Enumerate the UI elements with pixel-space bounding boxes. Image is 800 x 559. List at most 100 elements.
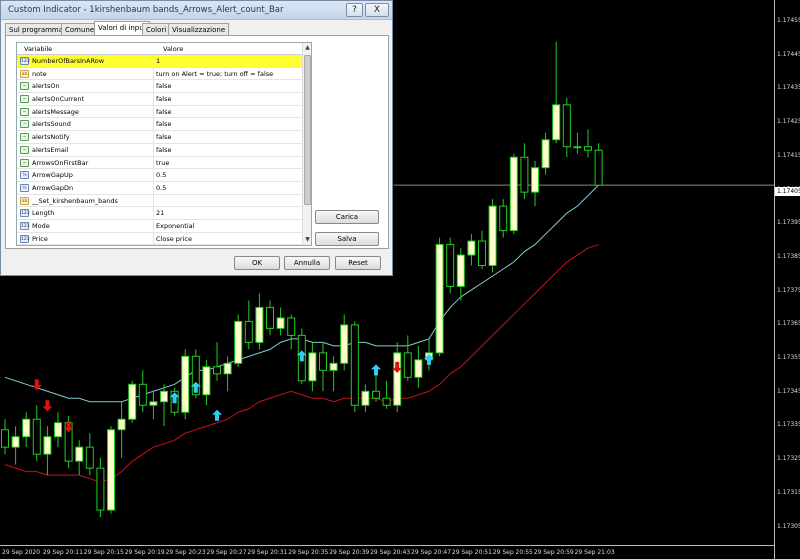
candle-body: [213, 366, 221, 375]
column-separator: [153, 181, 154, 194]
candle-body: [181, 355, 190, 413]
parameters-grid[interactable]: Variabile Valore 123 NumberOfBarsInARow 1 a…: [16, 42, 312, 246]
time-tick-label: 29 Sep 20:59: [533, 549, 574, 556]
inputs-panel: Variabile Valore 123 NumberOfBarsInARow 1 a…: [5, 35, 389, 249]
param-row[interactable]: ab __Set_kirshenbaum_bands: [17, 194, 311, 208]
time-tick-label: 29 Sep 21:03: [574, 549, 615, 556]
candle-body: [266, 306, 274, 329]
param-row[interactable]: ~ alertsOnCurrent false: [17, 93, 311, 106]
param-name: NumberOfBarsInARow: [32, 57, 105, 65]
candle-body: [107, 429, 115, 511]
param-value[interactable]: turn on Alert = true; turn off = false: [156, 68, 273, 80]
param-name: note: [32, 69, 47, 78]
param-row[interactable]: ~ alertsSound false: [17, 118, 311, 132]
param-row[interactable]: ~ alertsNotify false: [17, 131, 311, 144]
bool-type-icon: ~: [20, 82, 29, 91]
cancel-button[interactable]: Annulla: [284, 256, 330, 270]
candle-body: [308, 352, 317, 382]
param-value[interactable]: false: [156, 118, 171, 130]
column-separator: [153, 169, 154, 182]
candle-body: [22, 418, 31, 438]
param-row[interactable]: ~ alertsMessage false: [17, 105, 311, 119]
param-value[interactable]: false: [156, 80, 171, 92]
candle-body: [414, 359, 423, 378]
candle-body: [499, 205, 508, 232]
column-separator: [153, 105, 154, 118]
candle-body: [149, 401, 158, 406]
scroll-down-arrow-icon[interactable]: ▼: [303, 235, 311, 245]
time-axis: 29 Sep 2020 29 Sep 20:11 29 Sep 20:15 29 Se…: [0, 545, 774, 559]
save-button[interactable]: Salva: [315, 232, 379, 246]
scroll-thumb[interactable]: [304, 55, 311, 205]
time-tick-label: 29 Sep 20:43: [370, 549, 411, 556]
candle-body: [276, 317, 285, 329]
dialog-titlebar[interactable]: Custom Indicator - 1kirshenbaum bands_Ar…: [1, 1, 392, 20]
param-row[interactable]: ½ ArrowGapDn 0.5: [17, 181, 311, 195]
param-row[interactable]: ~ ArrowsOnFirstBar true: [17, 156, 311, 170]
param-name: alertsOn: [32, 82, 60, 91]
param-row[interactable]: 123 Length 21: [17, 207, 311, 220]
price-tick-label: 1.17435: [777, 84, 800, 92]
param-value[interactable]: 0.5: [156, 182, 166, 194]
ok-button[interactable]: OK: [234, 256, 280, 270]
grid-scrollbar[interactable]: ▲ ▼: [302, 43, 311, 245]
param-row[interactable]: ab note turn on Alert = true; turn off = f…: [17, 67, 311, 81]
param-row[interactable]: ~ alertsOn false: [17, 80, 311, 94]
candle-body: [446, 244, 455, 287]
int-type-icon: 123: [20, 57, 30, 65]
column-header-variable[interactable]: Variabile: [24, 45, 52, 53]
candle-body: [552, 104, 561, 141]
grid-header: Variabile Valore: [17, 43, 311, 55]
time-tick-label: 29 Sep 20:47: [411, 549, 452, 556]
price-tick-label: 1.17345: [777, 387, 800, 395]
load-button[interactable]: Carica: [315, 210, 379, 224]
param-value[interactable]: Exponential: [156, 220, 194, 232]
param-row[interactable]: 123 Price Close price: [17, 232, 311, 245]
help-button[interactable]: ?: [346, 3, 363, 17]
candle-body: [350, 324, 359, 406]
string-type-icon: ab: [20, 196, 29, 205]
param-value[interactable]: true: [156, 157, 169, 169]
param-value[interactable]: 0.5: [156, 169, 166, 181]
bool-type-icon: ~: [20, 120, 29, 129]
column-separator: [153, 143, 154, 156]
candle-body: [75, 446, 84, 462]
param-name: Mode: [32, 221, 50, 230]
time-tick-label: 29 Sep 20:23: [165, 549, 206, 556]
param-row[interactable]: ~ alertsEmail false: [17, 143, 311, 157]
param-value[interactable]: false: [156, 106, 171, 118]
param-value[interactable]: false: [156, 131, 171, 143]
price-tick-label: 1.17325: [777, 455, 800, 463]
param-value[interactable]: 1: [156, 55, 160, 67]
candle-body: [594, 149, 603, 186]
param-value[interactable]: 21: [156, 207, 164, 219]
parameter-rows: 123 NumberOfBarsInARow 1 ab note turn on Aler…: [17, 55, 311, 245]
candle-body: [85, 446, 94, 469]
candle-body: [202, 366, 211, 396]
param-name: alertsNotify: [32, 133, 70, 142]
candle-body: [509, 156, 518, 232]
candle-body: [456, 254, 465, 287]
column-separator: [153, 118, 154, 131]
param-row[interactable]: ½ ArrowGapUp 0.5: [17, 169, 311, 182]
column-header-value[interactable]: Valore: [163, 45, 183, 53]
param-value[interactable]: Close price: [156, 233, 192, 245]
param-row[interactable]: 123 Mode Exponential: [17, 219, 311, 233]
scroll-up-arrow-icon[interactable]: ▲: [303, 43, 311, 53]
candle-body: [117, 418, 126, 431]
time-tick-label: 29 Sep 20:11: [42, 549, 83, 556]
column-separator: [153, 80, 154, 93]
up-arrow-icon: [371, 364, 381, 376]
column-separator: [153, 219, 154, 232]
close-button[interactable]: X: [365, 3, 389, 17]
param-value[interactable]: false: [156, 93, 171, 105]
double-type-icon: ½: [20, 171, 29, 180]
price-tick-label: 1.17365: [777, 320, 800, 328]
candle-body: [223, 362, 232, 375]
time-tick-label: 29 Sep 20:15: [83, 549, 124, 556]
bool-type-icon: ~: [20, 133, 29, 142]
param-row[interactable]: 123 NumberOfBarsInARow 1: [17, 55, 311, 68]
param-value[interactable]: false: [156, 144, 171, 156]
reset-button[interactable]: Reset: [335, 256, 381, 270]
current-price-label: 1.17405: [775, 187, 800, 196]
